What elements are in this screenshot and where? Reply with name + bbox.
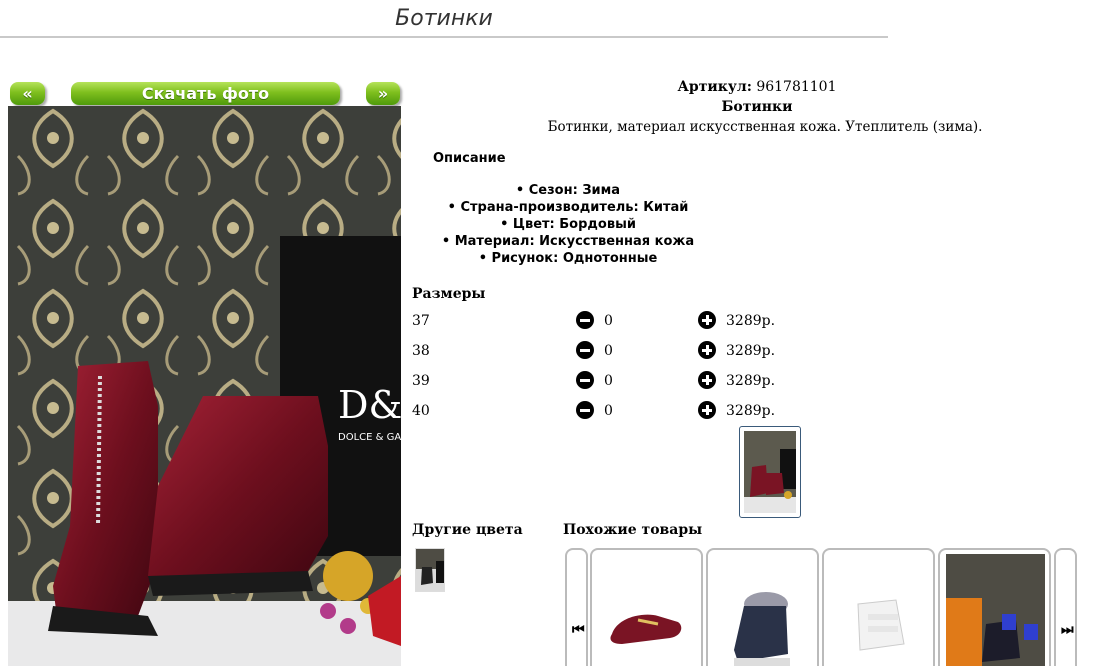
size-row: 40 0 3289р. [412, 401, 812, 423]
price-value: 3289р. [726, 313, 776, 329]
carousel-next-button[interactable]: ⏭ [1054, 548, 1077, 666]
feature-country: Страна-производитель: Китай [412, 199, 724, 216]
increase-qty-icon[interactable] [698, 371, 716, 389]
quantity-value: 0 [604, 403, 613, 419]
decrease-qty-icon[interactable] [576, 371, 594, 389]
feature-list: Сезон: Зима Страна-производитель: Китай … [412, 182, 724, 267]
article-line: Артикул: 961781101 [410, 79, 1104, 95]
similar-products-heading: Похожие товары [563, 522, 703, 538]
product-name: Ботинки [721, 99, 793, 115]
article-value: 961781101 [756, 79, 837, 95]
increase-qty-icon[interactable] [698, 401, 716, 419]
size-row: 39 0 3289р. [412, 371, 812, 393]
svg-text:DOLCE & GAB: DOLCE & GAB [338, 432, 401, 443]
similar-product-card[interactable] [590, 548, 703, 666]
size-label: 40 [412, 403, 430, 419]
skip-back-icon: ⏮ [572, 622, 585, 638]
article-label: Артикул: [677, 79, 752, 95]
page-title: Ботинки [395, 6, 493, 31]
size-row: 37 0 3289р. [412, 311, 812, 333]
svg-text:D&: D& [338, 383, 401, 427]
price-value: 3289р. [726, 373, 776, 389]
decrease-qty-icon[interactable] [576, 341, 594, 359]
carousel-prev-button[interactable]: ⏮ [565, 548, 588, 666]
increase-qty-icon[interactable] [698, 311, 716, 329]
next-photo-button[interactable]: » [366, 82, 400, 105]
other-color-thumbnail[interactable] [415, 548, 445, 592]
similar-product-card[interactable] [706, 548, 819, 666]
decrease-qty-icon[interactable] [576, 401, 594, 419]
product-short-description: Ботинки, материал искусственная кожа. Ут… [547, 119, 983, 135]
increase-qty-icon[interactable] [698, 341, 716, 359]
product-thumbnail[interactable] [739, 426, 801, 518]
size-row: 38 0 3289р. [412, 341, 812, 363]
main-product-photo[interactable]: D& DOLCE & GAB [8, 106, 401, 666]
quantity-value: 0 [604, 373, 613, 389]
download-photo-button[interactable]: Скачать фото [71, 82, 340, 105]
size-label: 37 [412, 313, 430, 329]
similar-product-card[interactable] [938, 548, 1051, 666]
quantity-value: 0 [604, 343, 613, 359]
price-value: 3289р. [726, 403, 776, 419]
prev-photo-button[interactable]: « [10, 82, 45, 105]
other-colors-heading: Другие цвета [412, 522, 523, 538]
size-label: 38 [412, 343, 430, 359]
title-divider [0, 36, 888, 38]
feature-color: Цвет: Бордовый [412, 216, 724, 233]
sizes-heading: Размеры [412, 286, 486, 302]
decrease-qty-icon[interactable] [576, 311, 594, 329]
size-label: 39 [412, 373, 430, 389]
skip-forward-icon: ⏭ [1061, 622, 1074, 638]
similar-product-card[interactable] [822, 548, 935, 666]
quantity-value: 0 [604, 313, 613, 329]
feature-season: Сезон: Зима [412, 182, 724, 199]
feature-pattern: Рисунок: Однотонные [412, 250, 724, 267]
price-value: 3289р. [726, 343, 776, 359]
description-heading: Описание [433, 151, 506, 166]
feature-material: Материал: Искусственная кожа [412, 233, 724, 250]
